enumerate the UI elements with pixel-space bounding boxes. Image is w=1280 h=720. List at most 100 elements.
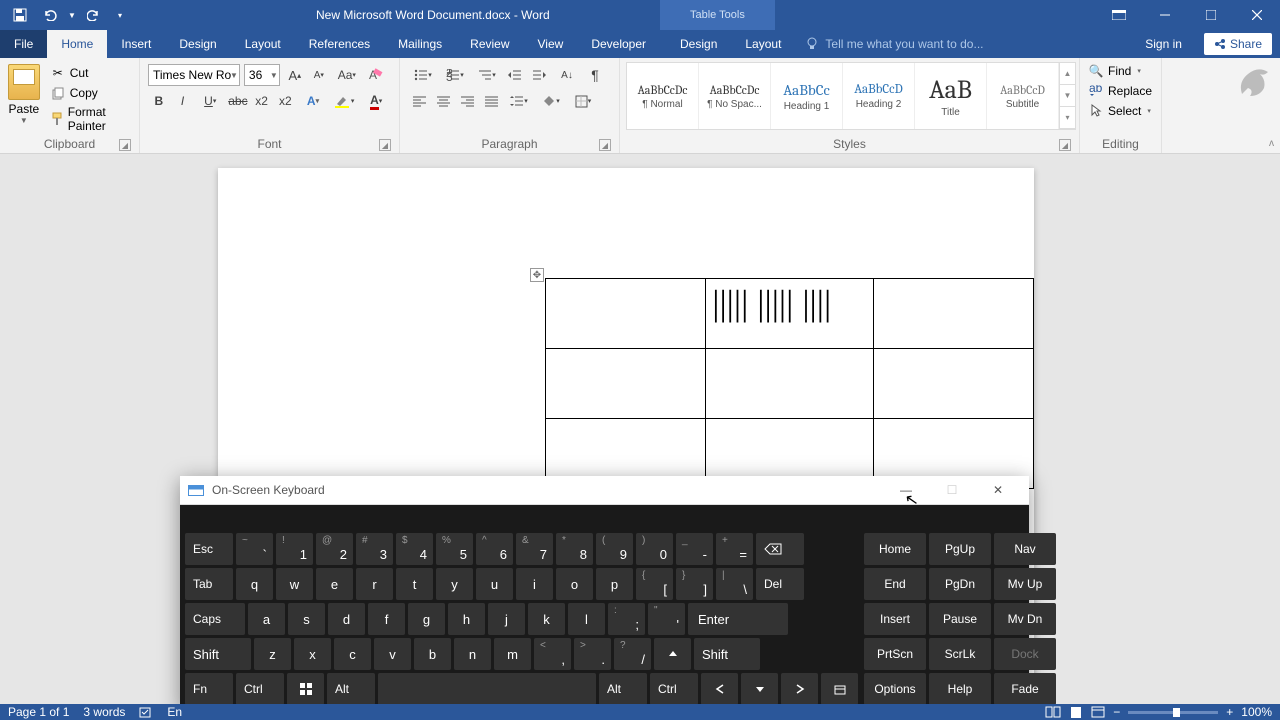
- align-left-button[interactable]: [408, 90, 430, 112]
- copy-button[interactable]: Copy: [46, 84, 133, 102]
- view-web-icon[interactable]: [1091, 706, 1105, 718]
- key-'[interactable]: "': [648, 603, 685, 635]
- strikethrough-button[interactable]: abc: [227, 90, 249, 112]
- zoom-slider[interactable]: [1128, 711, 1218, 714]
- qat-customize-icon[interactable]: ▾: [110, 1, 130, 29]
- sign-in-link[interactable]: Sign in: [1131, 30, 1196, 58]
- key-5[interactable]: %5: [436, 533, 473, 565]
- key-l[interactable]: l: [568, 603, 605, 635]
- bold-button[interactable]: B: [148, 90, 170, 112]
- style-item[interactable]: AaBTitle: [915, 63, 987, 129]
- multilevel-button[interactable]: ▾: [472, 64, 502, 86]
- collapse-ribbon-icon[interactable]: ʌ: [1269, 138, 1274, 149]
- paragraph-dialog-launcher[interactable]: ◢: [599, 139, 611, 151]
- key-end[interactable]: End: [864, 568, 926, 600]
- key-d[interactable]: d: [328, 603, 365, 635]
- key-/[interactable]: ?/: [614, 638, 651, 670]
- share-button[interactable]: Share: [1204, 33, 1272, 55]
- key--[interactable]: _-: [676, 533, 713, 565]
- table-cell[interactable]: [873, 279, 1033, 349]
- zoom-in-button[interactable]: +: [1226, 705, 1233, 719]
- key-`[interactable]: ~`: [236, 533, 273, 565]
- key-g[interactable]: g: [408, 603, 445, 635]
- key-enter[interactable]: Enter: [688, 603, 788, 635]
- key-nav[interactable]: Nav: [994, 533, 1056, 565]
- tab-insert[interactable]: Insert: [107, 30, 165, 58]
- key-caps[interactable]: Caps: [185, 603, 245, 635]
- key-home[interactable]: Home: [864, 533, 926, 565]
- tab-references[interactable]: References: [295, 30, 384, 58]
- justify-button[interactable]: [480, 90, 502, 112]
- style-gallery[interactable]: AaBbCcDc¶ NormalAaBbCcDc¶ No Spac...AaBb…: [626, 62, 1076, 130]
- redo-icon[interactable]: [80, 1, 108, 29]
- key-fade[interactable]: Fade: [994, 673, 1056, 705]
- table-cell[interactable]: [873, 349, 1033, 419]
- tab-home[interactable]: Home: [47, 30, 107, 58]
- key-pgup[interactable]: PgUp: [929, 533, 991, 565]
- tab-view[interactable]: View: [524, 30, 578, 58]
- style-item[interactable]: AaBbCcDc¶ Normal: [627, 63, 699, 129]
- zoom-level[interactable]: 100%: [1241, 705, 1272, 719]
- key-y[interactable]: y: [436, 568, 473, 600]
- key-b[interactable]: b: [414, 638, 451, 670]
- key-][interactable]: }]: [676, 568, 713, 600]
- tab-review[interactable]: Review: [456, 30, 523, 58]
- key-dock[interactable]: Dock: [994, 638, 1056, 670]
- align-center-button[interactable]: [432, 90, 454, 112]
- key-c[interactable]: c: [334, 638, 371, 670]
- grow-font-button[interactable]: A▴: [284, 64, 306, 86]
- table-cell[interactable]: [546, 349, 706, 419]
- key-.[interactable]: >.: [574, 638, 611, 670]
- select-button[interactable]: Select▾: [1086, 102, 1154, 120]
- document-table[interactable]: ||||| ||||| ||||: [545, 278, 1034, 489]
- key-k[interactable]: k: [528, 603, 565, 635]
- key-2[interactable]: @2: [316, 533, 353, 565]
- key-s[interactable]: s: [288, 603, 325, 635]
- undo-icon[interactable]: [36, 1, 64, 29]
- key-6[interactable]: ^6: [476, 533, 513, 565]
- clipboard-dialog-launcher[interactable]: ◢: [119, 139, 131, 151]
- style-item[interactable]: AaBbCcDHeading 2: [843, 63, 915, 129]
- status-language[interactable]: En: [167, 705, 182, 719]
- osk-close-button[interactable]: ✕: [975, 476, 1021, 504]
- key-w[interactable]: w: [276, 568, 313, 600]
- tab-file[interactable]: File: [0, 30, 47, 58]
- undo-dropdown-icon[interactable]: ▼: [66, 1, 78, 29]
- key-ctrl-left[interactable]: Ctrl: [236, 673, 284, 705]
- key-a[interactable]: a: [248, 603, 285, 635]
- osk-titlebar[interactable]: On-Screen Keyboard — ☐ ✕: [180, 476, 1029, 505]
- key-9[interactable]: (9: [596, 533, 633, 565]
- key-e[interactable]: e: [316, 568, 353, 600]
- key-4[interactable]: $4: [396, 533, 433, 565]
- find-button[interactable]: 🔍Find▾: [1086, 62, 1154, 80]
- shading-button[interactable]: ▾: [536, 90, 566, 112]
- numbering-button[interactable]: 123▾: [440, 64, 470, 86]
- key-alt-right[interactable]: Alt: [599, 673, 647, 705]
- text-effects-button[interactable]: A▾: [298, 90, 328, 112]
- tab-table-layout[interactable]: Layout: [731, 30, 795, 58]
- key-n[interactable]: n: [454, 638, 491, 670]
- key-insert[interactable]: Insert: [864, 603, 926, 635]
- tab-design[interactable]: Design: [165, 30, 230, 58]
- status-proofing-icon[interactable]: [139, 706, 153, 718]
- key-pgdn[interactable]: PgDn: [929, 568, 991, 600]
- key-alt-left[interactable]: Alt: [327, 673, 375, 705]
- change-case-button[interactable]: Aa▾: [332, 64, 362, 86]
- font-name-combo[interactable]: Times New Ro: [148, 64, 240, 86]
- close-button[interactable]: [1234, 0, 1280, 30]
- tell-me-search[interactable]: Tell me what you want to do...: [795, 30, 1131, 58]
- tab-mailings[interactable]: Mailings: [384, 30, 456, 58]
- styles-dialog-launcher[interactable]: ◢: [1059, 139, 1071, 151]
- tab-table-design[interactable]: Design: [666, 30, 731, 58]
- key-8[interactable]: *8: [556, 533, 593, 565]
- key-mvup[interactable]: Mv Up: [994, 568, 1056, 600]
- key-space[interactable]: [378, 673, 596, 705]
- status-words[interactable]: 3 words: [83, 705, 125, 719]
- line-spacing-button[interactable]: ▾: [504, 90, 534, 112]
- key-t[interactable]: t: [396, 568, 433, 600]
- minimize-button[interactable]: [1142, 0, 1188, 30]
- key-shift-left[interactable]: Shift: [185, 638, 251, 670]
- key-1[interactable]: !1: [276, 533, 313, 565]
- key-,[interactable]: <,: [534, 638, 571, 670]
- maximize-button[interactable]: [1188, 0, 1234, 30]
